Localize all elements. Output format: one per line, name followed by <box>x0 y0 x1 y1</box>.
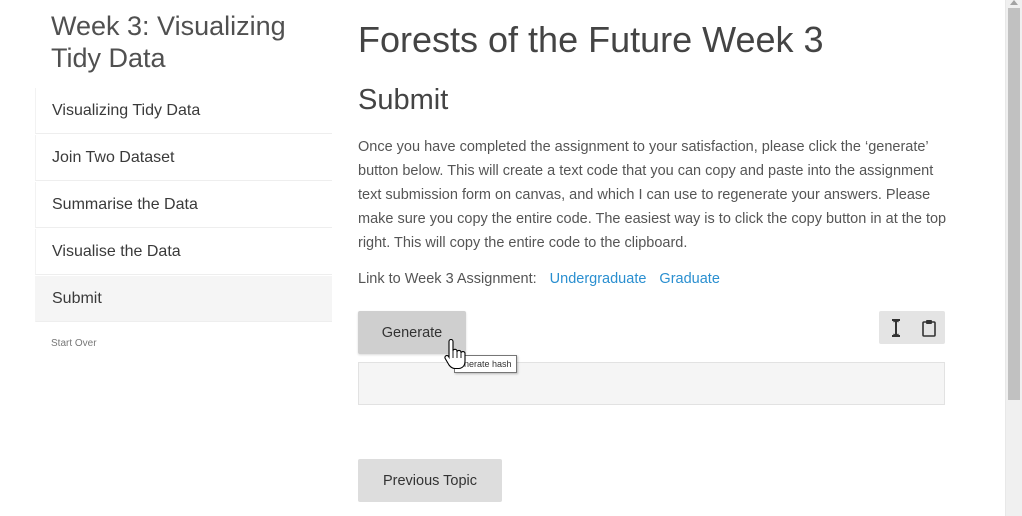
sidebar: Week 3: Visualizing Tidy Data Visualizin… <box>35 0 332 349</box>
sidebar-item-join-two-dataset[interactable]: Join Two Dataset <box>35 135 332 181</box>
main-content: Forests of the Future Week 3 Submit Once… <box>358 0 948 502</box>
page: Week 3: Visualizing Tidy Data Visualizin… <box>0 0 1022 516</box>
clipboard-icon[interactable] <box>919 318 939 338</box>
sidebar-item-label: Submit <box>52 289 102 307</box>
assignment-label: Link to Week 3 Assignment: <box>358 271 537 287</box>
sidebar-item-visualise-the-data[interactable]: Visualise the Data <box>35 229 332 275</box>
instructions-text: Once you have completed the assignment t… <box>358 139 947 251</box>
sidebar-item-label: Visualise the Data <box>52 242 181 260</box>
previous-topic-button[interactable]: Previous Topic <box>358 459 502 502</box>
page-title: Forests of the Future Week 3 <box>358 19 824 60</box>
section-title: Submit <box>358 84 449 116</box>
assignment-links: Link to Week 3 Assignment: Undergraduate… <box>358 271 948 287</box>
sidebar-item-label: Summarise the Data <box>52 195 198 213</box>
hand-pointer-icon <box>444 338 466 371</box>
sidebar-item-summarise-the-data[interactable]: Summarise the Data <box>35 182 332 228</box>
sidebar-item-label: Join Two Dataset <box>52 148 175 166</box>
undergraduate-link[interactable]: Undergraduate <box>550 271 647 287</box>
page-scrollbar[interactable] <box>1005 0 1022 516</box>
scroll-up-arrow-icon[interactable] <box>1010 0 1018 5</box>
sidebar-item-submit[interactable]: Submit <box>35 276 332 322</box>
graduate-link[interactable]: Graduate <box>659 271 719 287</box>
scrollbar-thumb[interactable] <box>1008 8 1020 400</box>
topic-list: Visualizing Tidy Data Join Two Dataset S… <box>35 88 332 322</box>
text-cursor-icon[interactable] <box>886 318 906 338</box>
code-toolbar <box>879 311 945 344</box>
sidebar-item-visualizing-tidy-data[interactable]: Visualizing Tidy Data <box>35 88 332 134</box>
start-over-link[interactable]: Start Over <box>51 338 332 349</box>
sidebar-item-label: Visualizing Tidy Data <box>52 101 201 119</box>
sidebar-title: Week 3: Visualizing Tidy Data <box>51 11 286 73</box>
